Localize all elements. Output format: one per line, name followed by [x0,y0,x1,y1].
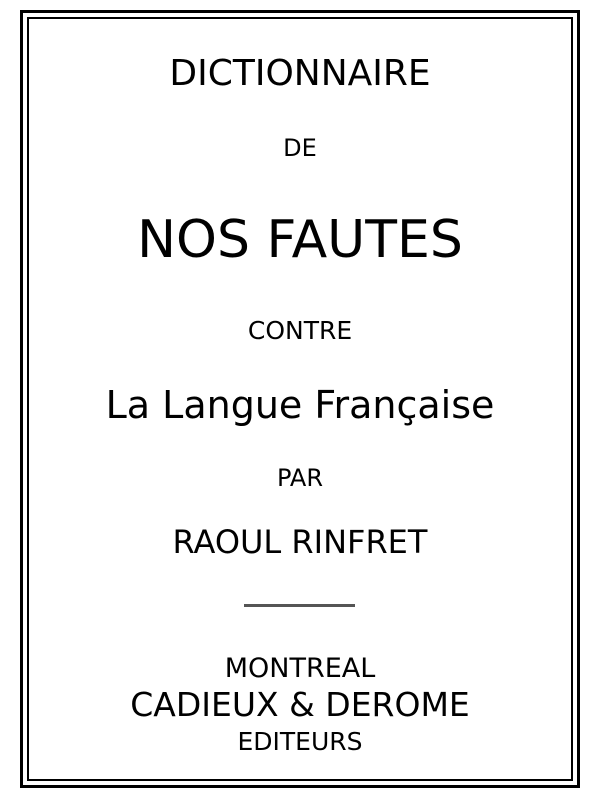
byline-par: PAR [276,464,324,492]
divider-rule [244,604,355,607]
title-nos-fautes: NOS FAUTES [137,210,463,270]
title-de: DE [283,134,317,162]
author-name: RAOUL RINFRET [172,523,428,561]
publication-city: MONTREAL [224,653,376,684]
title-dictionnaire: DICTIONNAIRE [169,53,431,94]
title-langue-francaise: La Langue Française [105,383,495,427]
title-contre: CONTRE [247,316,353,345]
publisher-role: EDITEURS [237,727,363,756]
publisher-name: CADIEUX & DEROME [130,685,470,724]
